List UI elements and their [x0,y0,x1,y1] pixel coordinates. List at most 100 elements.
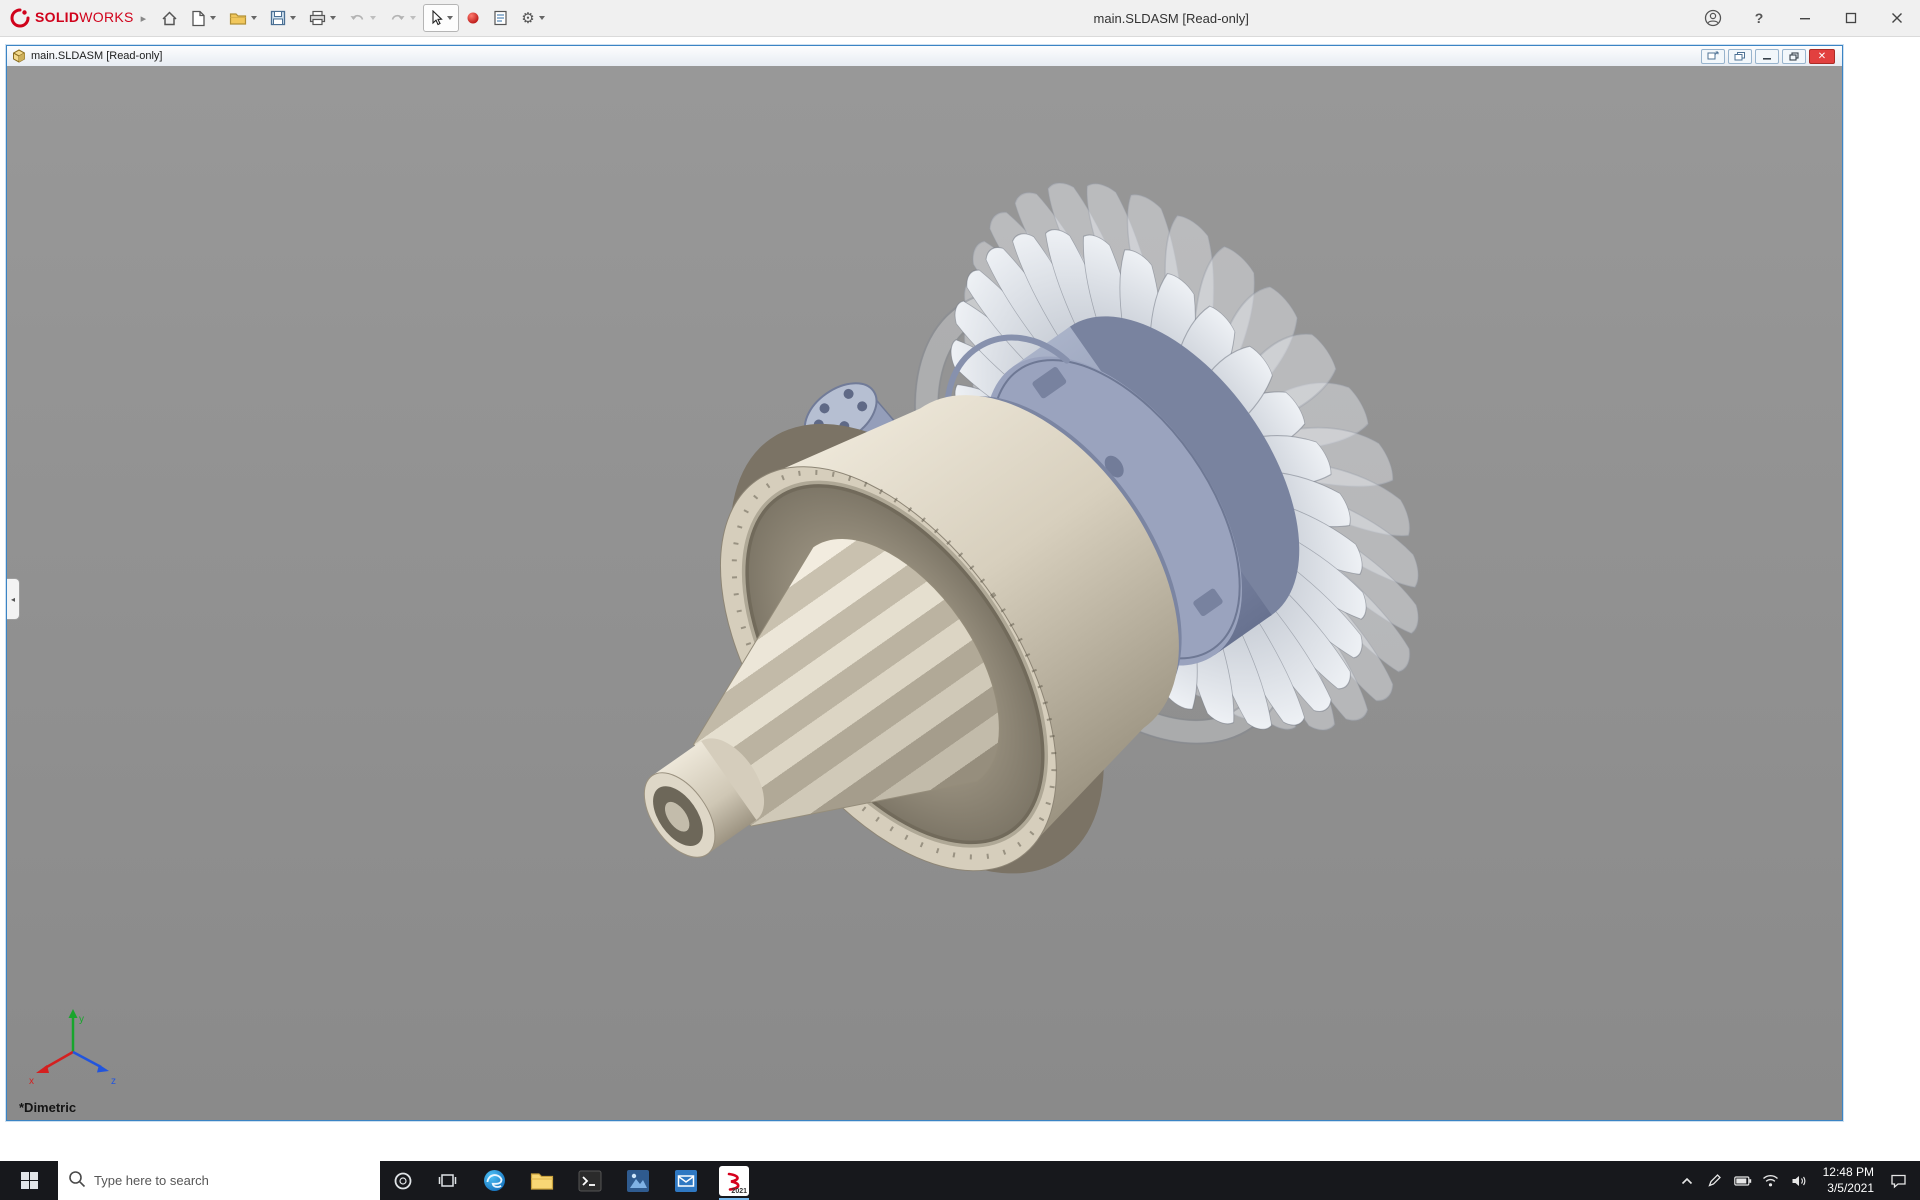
options-caret[interactable] [538,16,545,20]
taskbar-spacer [758,1161,1674,1200]
undo-caret[interactable] [370,16,377,20]
close-icon [1892,13,1902,23]
child-restore-button[interactable] [1782,48,1806,64]
speaker-icon [1792,1175,1806,1186]
solidworks-year-badge: 2021 [731,1187,747,1195]
child-window: main.SLDASM [Read-only] ✕ ◂ y x z *Dimet… [6,45,1843,1121]
battery-tray-button[interactable] [1730,1161,1756,1200]
wifi-icon [1763,1174,1779,1187]
network-tray-button[interactable] [1758,1161,1784,1200]
child-restore-icon [1789,51,1799,61]
start-button[interactable] [0,1161,58,1200]
minimize-button[interactable] [1782,0,1828,36]
edge-icon [483,1170,505,1191]
child-titlebar[interactable]: main.SLDASM [Read-only] ✕ [7,46,1842,67]
orientation-triad[interactable]: y x z [23,1008,123,1094]
child-minimize-icon [1763,57,1771,60]
flyout-chevron-icon: ◂ [10,594,15,604]
red-sphere-icon [467,12,479,24]
undo-button[interactable] [343,4,382,32]
search-icon [69,1171,86,1188]
new-document-icon [192,10,205,26]
open-button[interactable] [223,4,263,32]
windows-logo-icon [20,1172,38,1189]
taskbar: 2021 [0,1160,1920,1200]
file-properties-button[interactable] [487,4,514,32]
print-button[interactable] [303,4,342,32]
desktop: SOLIDWORKS ▸ ⚙ main.SLDASM [Read-only] ?… [0,0,1920,1200]
jet-engine-model[interactable] [7,66,1842,1120]
child-cascade-button[interactable] [1728,48,1752,64]
photos-icon [627,1169,649,1192]
volume-tray-button[interactable] [1786,1161,1812,1200]
save-button[interactable] [264,4,302,32]
cortana-icon [394,1172,411,1189]
mail-icon [675,1169,697,1192]
taskbar-app-solidworks[interactable]: 2021 [710,1161,758,1200]
cortana-button[interactable] [380,1161,425,1200]
chevron-up-icon [1681,1177,1692,1184]
close-button[interactable] [1874,0,1920,36]
open-caret[interactable] [251,16,258,20]
feature-tree-flyout-tab[interactable]: ◂ [7,578,20,620]
task-view-icon [438,1174,457,1187]
child-window-title: main.SLDASM [Read-only] [31,50,163,62]
hidden-icons-button[interactable] [1674,1161,1700,1200]
pen-icon [1708,1174,1722,1187]
new-document-caret[interactable] [210,16,217,20]
file-properties-icon [494,10,507,26]
child-close-button[interactable]: ✕ [1809,48,1835,64]
app-titlebar: SOLIDWORKS ▸ ⚙ main.SLDASM [Read-only] ? [0,0,1920,37]
viewport-3d[interactable]: ◂ y x z *Dimetric [7,66,1842,1120]
action-center-button[interactable] [1885,1161,1911,1200]
child-close-icon: ✕ [1817,50,1827,62]
clock-date: 3/5/2021 [1827,1180,1874,1195]
mouse-gesture-button[interactable] [460,4,486,32]
help-icon: ? [1754,10,1764,26]
assembly-icon [13,49,25,63]
file-explorer-icon [530,1172,554,1190]
solidworks-taskbar-icon: 2021 [719,1165,749,1196]
system-tray: 12:48 PM 3/5/2021 [1674,1161,1920,1200]
print-caret[interactable] [330,16,337,20]
menu-flyout-icon[interactable]: ▸ [141,12,147,25]
redo-button[interactable] [383,4,422,32]
select-caret[interactable] [447,16,454,20]
action-center-icon [1890,1174,1906,1188]
home-icon [162,10,177,25]
options-button[interactable]: ⚙ [515,4,550,32]
select-tool-button[interactable] [423,4,460,32]
account-icon [1704,9,1722,27]
save-caret[interactable] [290,16,297,20]
search-input[interactable] [58,1160,380,1200]
redo-caret[interactable] [410,16,417,20]
clock-time: 12:48 PM [1822,1164,1874,1179]
tile-window-icon [1707,51,1719,60]
help-button[interactable]: ? [1736,0,1782,36]
view-orientation-label: *Dimetric [19,1100,77,1115]
taskbar-search[interactable] [58,1160,380,1200]
battery-icon [1733,1175,1751,1186]
taskbar-app-edge[interactable] [470,1161,518,1200]
pen-tray-button[interactable] [1702,1161,1728,1200]
new-document-button[interactable] [185,4,222,32]
brand-solid: SOLID [35,9,80,25]
taskbar-app-file-explorer[interactable] [518,1161,566,1200]
select-cursor-icon [432,10,443,26]
redo-icon [391,14,405,20]
taskbar-app-photos[interactable] [614,1161,662,1200]
home-button[interactable] [155,4,184,32]
child-minimize-button[interactable] [1755,48,1779,64]
task-view-button[interactable] [425,1161,470,1200]
taskbar-app-terminal[interactable] [566,1161,614,1200]
minimize-icon [1800,18,1810,20]
taskbar-app-mail[interactable] [662,1161,710,1200]
options-gear-icon: ⚙ [521,9,535,27]
triad-z-label: z [111,1076,116,1087]
maximize-button[interactable] [1828,0,1874,36]
triad-x-label: x [29,1076,34,1087]
child-tile-button[interactable] [1701,48,1725,64]
save-icon [271,10,286,26]
account-button[interactable] [1690,0,1736,36]
taskbar-clock[interactable]: 12:48 PM 3/5/2021 [1814,1165,1883,1196]
